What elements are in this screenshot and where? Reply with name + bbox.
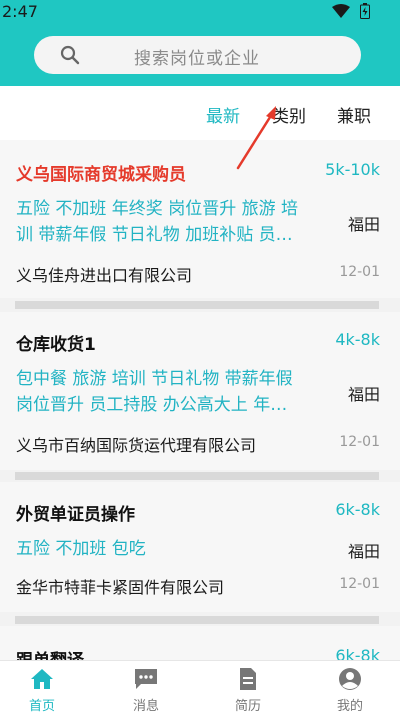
job-title: 外贸单证员操作: [16, 505, 135, 525]
card-divider: [15, 301, 379, 309]
job-card[interactable]: 外贸单证员操作 6k-8k 五险 不加班 包吃 福田 金华市特菲卡紧固件有限公司…: [0, 482, 400, 612]
job-card[interactable]: 义乌国际商贸城采购员 5k-10k 五险 不加班 年终奖 岗位晋升 旅游 培 训…: [0, 140, 400, 298]
profile-icon: [339, 668, 361, 690]
status-time: 2:47: [2, 2, 38, 21]
message-icon: [135, 669, 157, 689]
job-location: 福田: [347, 542, 380, 561]
card-divider: [15, 472, 379, 480]
home-icon: [31, 669, 53, 689]
job-title: 仓库收货1: [16, 335, 96, 355]
post-date: 12-01: [339, 576, 380, 592]
search-icon: [60, 45, 80, 65]
job-card[interactable]: 仓库收货1 4k-8k 包中餐 旅游 培训 节日礼物 带薪年假 岗位晋升 员工持…: [0, 312, 400, 470]
post-date: 12-01: [339, 434, 380, 450]
job-location: 福田: [347, 215, 380, 234]
job-tags: 包中餐 旅游 培训 节日礼物 带薪年假 岗位晋升 员工持股 办公高大上 年…: [16, 369, 293, 415]
resume-icon: [240, 668, 256, 690]
wifi-icon: [332, 4, 350, 18]
post-date: 12-01: [339, 264, 380, 280]
nav-profile[interactable]: 我的: [320, 667, 380, 714]
app-header: 2:47 搜索岗位或企业: [0, 0, 400, 86]
company-name: 金华市特菲卡紧固件有限公司: [16, 578, 225, 597]
job-title: 义乌国际商贸城采购员: [16, 165, 186, 185]
filter-tabs: 最新 类别 兼职: [0, 86, 400, 140]
nav-resume[interactable]: 简历: [218, 667, 278, 714]
search-input[interactable]: 搜索岗位或企业: [134, 44, 260, 69]
bottom-nav: 首页 消息 简历 我的: [0, 660, 400, 726]
job-tags: 五险 不加班 包吃: [16, 539, 146, 559]
tab-category[interactable]: 类别: [272, 102, 306, 127]
nav-home[interactable]: 首页: [12, 667, 72, 714]
job-salary: 4k-8k: [335, 330, 380, 349]
card-divider: [15, 616, 379, 624]
status-bar: 2:47: [0, 0, 400, 24]
tab-latest[interactable]: 最新: [206, 102, 240, 127]
nav-messages[interactable]: 消息: [116, 667, 176, 714]
company-name: 义乌市百纳国际货运代理有限公司: [16, 436, 257, 455]
company-name: 义乌佳舟进出口有限公司: [16, 266, 193, 285]
job-salary: 5k-10k: [325, 160, 380, 179]
battery-icon: [360, 3, 370, 19]
search-bar[interactable]: 搜索岗位或企业: [34, 36, 361, 74]
job-location: 福田: [347, 385, 380, 404]
tab-part-time[interactable]: 兼职: [337, 102, 371, 127]
job-salary: 6k-8k: [335, 500, 380, 519]
job-tags: 五险 不加班 年终奖 岗位晋升 旅游 培 训 带薪年假 节日礼物 加班补贴 员…: [16, 199, 299, 245]
